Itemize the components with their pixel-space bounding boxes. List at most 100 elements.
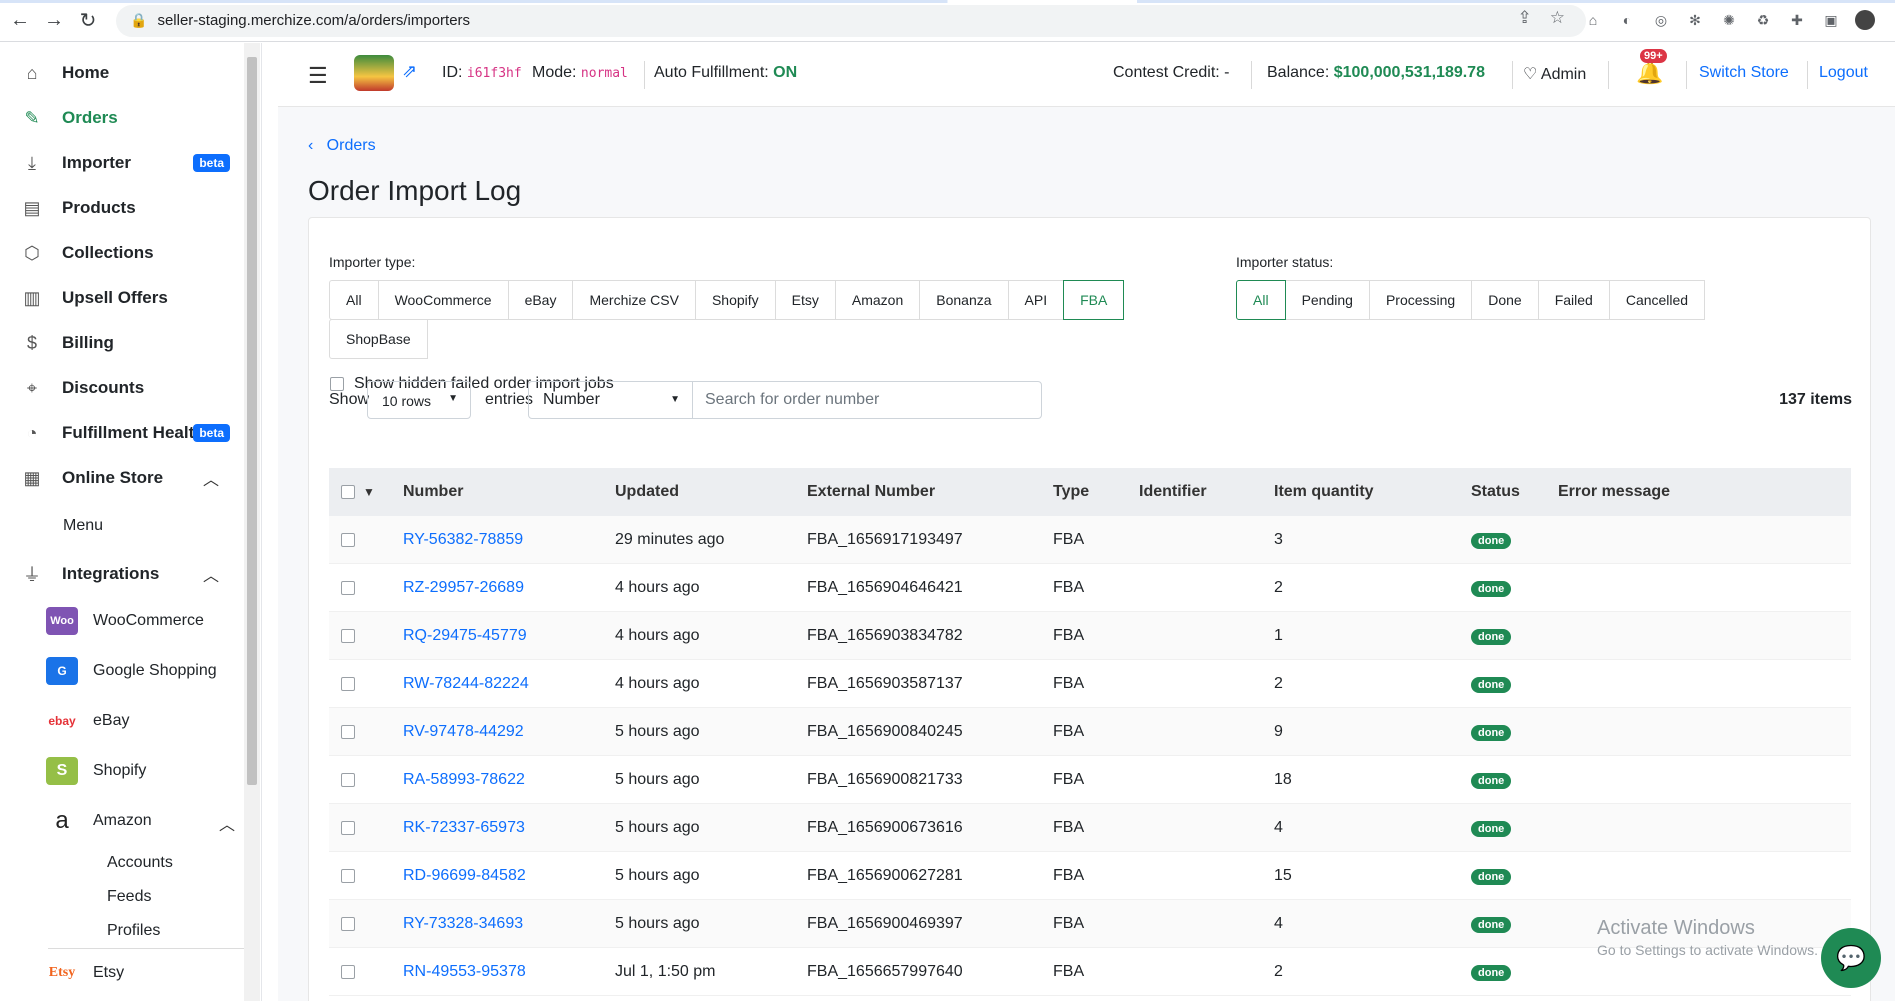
sidebar-item-accounts[interactable]: Accounts: [107, 854, 173, 872]
hamburger-menu-icon[interactable]: ☰: [308, 63, 328, 89]
chevron-down-icon[interactable]: ▼: [363, 485, 375, 499]
type-fba-button[interactable]: FBA: [1063, 280, 1125, 320]
order-number-link[interactable]: RW-78244-82224: [403, 675, 529, 692]
reload-icon[interactable]: ↻: [74, 7, 102, 35]
star-icon[interactable]: ☆: [1550, 8, 1565, 28]
address-bar[interactable]: 🔒 seller-staging.merchize.com/a/orders/i…: [116, 4, 1586, 37]
forward-icon[interactable]: →: [40, 7, 68, 35]
sidebar-item-woocommerce[interactable]: Woo WooCommerce: [46, 601, 246, 641]
status-done-button[interactable]: Done: [1471, 280, 1539, 320]
sidebar-item-home[interactable]: ⌂ Home: [0, 51, 245, 95]
sidebar-item-feeds[interactable]: Feeds: [107, 888, 151, 906]
chevron-up-icon[interactable]: ︿: [203, 466, 219, 490]
row-checkbox[interactable]: [341, 772, 355, 787]
row-checkbox[interactable]: [341, 868, 355, 883]
header-type[interactable]: Type: [1053, 483, 1139, 501]
sidebar-item-fulfillment-health[interactable]: ◔ Fulfillment Health beta: [0, 411, 245, 455]
back-icon[interactable]: ←: [6, 7, 34, 35]
search-input[interactable]: [692, 381, 1042, 419]
header-identifier[interactable]: Identifier: [1139, 483, 1274, 501]
sidebar-item-billing[interactable]: $ Billing: [0, 321, 245, 365]
row-checkbox[interactable]: [341, 964, 355, 979]
header-updated[interactable]: Updated: [615, 483, 807, 501]
extension-icon[interactable]: ⌂: [1583, 10, 1603, 30]
sidebar-item-shopify[interactable]: S Shopify: [46, 751, 246, 791]
order-number-link[interactable]: RQ-29475-45779: [403, 627, 527, 644]
profile-avatar[interactable]: [1855, 10, 1875, 30]
chevron-up-icon[interactable]: ︿: [219, 811, 235, 835]
share-icon[interactable]: ⇪: [1518, 8, 1532, 28]
sidebar-item-google-shopping[interactable]: G Google Shopping: [46, 651, 246, 691]
sidebar-item-upsell-offers[interactable]: ▥ Upsell Offers: [0, 276, 245, 320]
extension-icon[interactable]: ◐: [1617, 10, 1637, 30]
sidebar-item-menu[interactable]: Menu: [63, 517, 103, 535]
status-failed-button[interactable]: Failed: [1537, 280, 1610, 320]
scrollbar-thumb[interactable]: [247, 57, 257, 785]
sidebar-item-online-store[interactable]: ▦ Online Store ︿: [0, 456, 245, 500]
order-number-link[interactable]: RZ-29957-26689: [403, 579, 524, 596]
header-number[interactable]: Number: [403, 483, 615, 501]
order-number-link[interactable]: RA-58993-78622: [403, 771, 525, 788]
type-etsy-button[interactable]: Etsy: [774, 280, 836, 320]
sidebar-item-orders[interactable]: ✎ Orders: [0, 96, 245, 140]
extension-icon[interactable]: ◎: [1651, 10, 1671, 30]
header-external-number[interactable]: External Number: [807, 483, 1053, 501]
chat-button[interactable]: 💬: [1821, 928, 1881, 988]
type-api-button[interactable]: API: [1007, 280, 1065, 320]
order-number-link[interactable]: RY-73328-34693: [403, 915, 523, 932]
type-shopbase-button[interactable]: ShopBase: [329, 319, 428, 359]
puzzle-icon[interactable]: ✚: [1787, 10, 1807, 30]
row-checkbox[interactable]: [341, 532, 355, 547]
extension-icon[interactable]: ✺: [1719, 10, 1739, 30]
admin-menu[interactable]: ♡ Admin: [1523, 64, 1586, 84]
type-bonanza-button[interactable]: Bonanza: [919, 280, 1009, 320]
bell-icon[interactable]: 🔔: [1636, 60, 1663, 86]
sidebar-item-importer[interactable]: ⤓ Importer beta: [0, 141, 245, 185]
type-woocommerce-button[interactable]: WooCommerce: [377, 280, 509, 320]
select-all-checkbox[interactable]: [341, 485, 355, 499]
type-shopify-button[interactable]: Shopify: [694, 280, 776, 320]
type-merchize-csv-button[interactable]: Merchize CSV: [572, 280, 696, 320]
rows-per-page-select[interactable]: 10 rows ▼: [367, 381, 471, 419]
search-field-select[interactable]: Number ▼: [528, 381, 693, 419]
row-checkbox[interactable]: [341, 628, 355, 643]
sidebar-item-amazon[interactable]: a Amazon: [46, 801, 246, 841]
extension-icon[interactable]: ✻: [1685, 10, 1705, 30]
header-error-message[interactable]: Error message: [1558, 483, 1758, 501]
sidebar-item-profiles[interactable]: Profiles: [107, 922, 160, 940]
external-link-icon[interactable]: ⇗: [402, 61, 417, 82]
sidebar-item-products[interactable]: ▤ Products: [0, 186, 245, 230]
sidebar-item-discounts[interactable]: ⌖ Discounts: [0, 366, 245, 410]
order-number-link[interactable]: RN-49553-95378: [403, 963, 526, 980]
row-checkbox[interactable]: [341, 820, 355, 835]
chevron-up-icon[interactable]: ︿: [203, 562, 219, 586]
row-checkbox[interactable]: [341, 916, 355, 931]
row-checkbox[interactable]: [341, 580, 355, 595]
sidepanel-icon[interactable]: ▣: [1821, 10, 1841, 30]
order-number-link[interactable]: RD-96699-84582: [403, 867, 526, 884]
extension-icon[interactable]: ♻: [1753, 10, 1773, 30]
row-checkbox[interactable]: [341, 676, 355, 691]
sidebar-item-collections[interactable]: ⬡ Collections: [0, 231, 245, 275]
order-number-link[interactable]: RY-56382-78859: [403, 531, 523, 548]
sidebar-scrollbar[interactable]: [244, 43, 260, 1001]
logout-link[interactable]: Logout: [1819, 64, 1868, 82]
type-amazon-button[interactable]: Amazon: [834, 280, 921, 320]
store-logo[interactable]: [354, 55, 394, 91]
sidebar-item-integrations[interactable]: ⏚ Integrations ︿: [0, 552, 245, 596]
status-cancelled-button[interactable]: Cancelled: [1608, 280, 1706, 320]
order-number-link[interactable]: RK-72337-65973: [403, 819, 525, 836]
header-item-quantity[interactable]: Item quantity: [1274, 483, 1471, 501]
order-number-link[interactable]: RV-97478-44292: [403, 723, 524, 740]
sidebar-item-ebay[interactable]: ebay eBay: [46, 701, 246, 741]
status-pending-button[interactable]: Pending: [1284, 280, 1370, 320]
sidebar-item-etsy[interactable]: Etsy Etsy: [46, 953, 246, 993]
breadcrumb[interactable]: ‹ Orders: [308, 137, 376, 155]
switch-store-link[interactable]: Switch Store: [1699, 64, 1789, 82]
row-checkbox[interactable]: [341, 724, 355, 739]
status-all-button[interactable]: All: [1236, 280, 1286, 320]
status-processing-button[interactable]: Processing: [1368, 280, 1473, 320]
type-ebay-button[interactable]: eBay: [507, 280, 574, 320]
header-status[interactable]: Status: [1471, 483, 1558, 501]
type-all-button[interactable]: All: [329, 280, 379, 320]
